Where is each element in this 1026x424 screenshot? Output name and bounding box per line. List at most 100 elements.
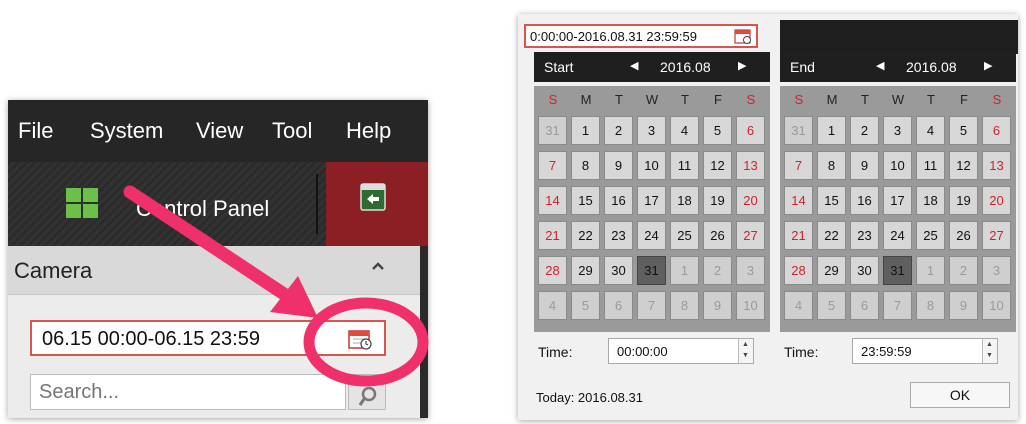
calendar-day[interactable]: 2: [604, 116, 633, 145]
calendar-day[interactable]: 22: [817, 221, 846, 250]
grid-icon[interactable]: [66, 188, 98, 218]
calendar-day[interactable]: 12: [703, 151, 732, 180]
calendar-day[interactable]: 13: [982, 151, 1011, 180]
calendar-day[interactable]: 4: [670, 116, 699, 145]
calendar-day[interactable]: 7: [784, 151, 813, 180]
calendar-day[interactable]: 14: [784, 186, 813, 215]
calendar-day[interactable]: 3: [736, 256, 765, 285]
calendar-day[interactable]: 9: [850, 151, 879, 180]
prev-month-icon[interactable]: ◀: [876, 59, 884, 72]
calendar-day[interactable]: 4: [784, 291, 813, 320]
calendar-day[interactable]: 17: [637, 186, 666, 215]
calendar-day[interactable]: 4: [916, 116, 945, 145]
calendar-day[interactable]: 14: [538, 186, 567, 215]
end-time-field[interactable]: 23:59:59 ▲ ▼: [852, 338, 998, 364]
calendar-day[interactable]: 22: [571, 221, 600, 250]
calendar-day[interactable]: 27: [736, 221, 765, 250]
end-time-spinner[interactable]: ▲ ▼: [982, 339, 997, 363]
calendar-day[interactable]: 6: [982, 116, 1011, 145]
calendar-day[interactable]: 8: [817, 151, 846, 180]
calendar-day[interactable]: 5: [571, 291, 600, 320]
spin-down-icon[interactable]: ▼: [986, 352, 993, 359]
calendar-day[interactable]: 5: [817, 291, 846, 320]
calendar-day[interactable]: 27: [982, 221, 1011, 250]
calendar-day[interactable]: 31: [784, 116, 813, 145]
calendar-day[interactable]: 15: [571, 186, 600, 215]
calendar-day[interactable]: 23: [604, 221, 633, 250]
calendar-day[interactable]: 6: [736, 116, 765, 145]
calendar-day[interactable]: 3: [883, 116, 912, 145]
calendar-day[interactable]: 18: [670, 186, 699, 215]
search-button[interactable]: [348, 374, 386, 410]
calendar-day[interactable]: 9: [949, 291, 978, 320]
calendar-day[interactable]: 13: [736, 151, 765, 180]
calendar-day[interactable]: 1: [670, 256, 699, 285]
calendar-day[interactable]: 3: [637, 116, 666, 145]
calendar-day[interactable]: 15: [817, 186, 846, 215]
calendar-day[interactable]: 24: [637, 221, 666, 250]
menu-view[interactable]: View: [196, 118, 243, 144]
calendar-day[interactable]: 20: [736, 186, 765, 215]
calendar-day[interactable]: 29: [571, 256, 600, 285]
calendar-day[interactable]: 29: [817, 256, 846, 285]
prev-month-icon[interactable]: ◀: [630, 59, 638, 72]
calendar-day[interactable]: 8: [571, 151, 600, 180]
calendar-day[interactable]: 31: [538, 116, 567, 145]
calendar-day[interactable]: 31: [637, 256, 666, 285]
menu-system[interactable]: System: [90, 118, 163, 144]
spin-up-icon[interactable]: ▲: [986, 341, 993, 348]
calendar-day[interactable]: 30: [850, 256, 879, 285]
calendar-day[interactable]: 1: [571, 116, 600, 145]
calendar-icon[interactable]: [348, 328, 372, 350]
calendar-icon[interactable]: [734, 28, 752, 44]
calendar-day[interactable]: 8: [916, 291, 945, 320]
calendar-day[interactable]: 7: [883, 291, 912, 320]
menu-file[interactable]: File: [18, 118, 53, 144]
calendar-day[interactable]: 6: [604, 291, 633, 320]
chevron-up-icon[interactable]: [370, 258, 386, 274]
start-time-field[interactable]: 00:00:00 ▲ ▼: [608, 338, 754, 364]
menu-tool[interactable]: Tool: [272, 118, 312, 144]
picker-range-field[interactable]: 0:00:00-2016.08.31 23:59:59: [524, 24, 758, 48]
calendar-day[interactable]: 10: [637, 151, 666, 180]
calendar-day[interactable]: 28: [538, 256, 567, 285]
calendar-day[interactable]: 20: [982, 186, 1011, 215]
calendar-day[interactable]: 12: [949, 151, 978, 180]
calendar-day[interactable]: 31: [883, 256, 912, 285]
spin-up-icon[interactable]: ▲: [742, 341, 749, 348]
menu-help[interactable]: Help: [346, 118, 391, 144]
calendar-day[interactable]: 11: [670, 151, 699, 180]
calendar-day[interactable]: 26: [703, 221, 732, 250]
calendar-day[interactable]: 3: [982, 256, 1011, 285]
search-input[interactable]: [30, 374, 346, 410]
calendar-day[interactable]: 2: [703, 256, 732, 285]
calendar-day[interactable]: 17: [883, 186, 912, 215]
calendar-day[interactable]: 2: [850, 116, 879, 145]
next-month-icon[interactable]: ▶: [738, 59, 746, 72]
spin-down-icon[interactable]: ▼: [742, 352, 749, 359]
calendar-day[interactable]: 6: [850, 291, 879, 320]
calendar-day[interactable]: 16: [604, 186, 633, 215]
camera-panel-header[interactable]: Camera: [8, 246, 420, 295]
calendar-day[interactable]: 5: [703, 116, 732, 145]
calendar-day[interactable]: 8: [670, 291, 699, 320]
calendar-day[interactable]: 7: [538, 151, 567, 180]
calendar-day[interactable]: 25: [670, 221, 699, 250]
calendar-day[interactable]: 26: [949, 221, 978, 250]
calendar-day[interactable]: 16: [850, 186, 879, 215]
calendar-day[interactable]: 11: [916, 151, 945, 180]
next-month-icon[interactable]: ▶: [984, 59, 992, 72]
calendar-day[interactable]: 19: [703, 186, 732, 215]
calendar-day[interactable]: 1: [817, 116, 846, 145]
calendar-day[interactable]: 23: [850, 221, 879, 250]
calendar-day[interactable]: 10: [883, 151, 912, 180]
calendar-day[interactable]: 28: [784, 256, 813, 285]
calendar-day[interactable]: 5: [949, 116, 978, 145]
calendar-day[interactable]: 18: [916, 186, 945, 215]
calendar-day[interactable]: 25: [916, 221, 945, 250]
calendar-day[interactable]: 10: [736, 291, 765, 320]
calendar-day[interactable]: 10: [982, 291, 1011, 320]
date-range-field[interactable]: 06.15 00:00-06.15 23:59: [30, 320, 386, 356]
start-time-spinner[interactable]: ▲ ▼: [738, 339, 753, 363]
calendar-day[interactable]: 19: [949, 186, 978, 215]
